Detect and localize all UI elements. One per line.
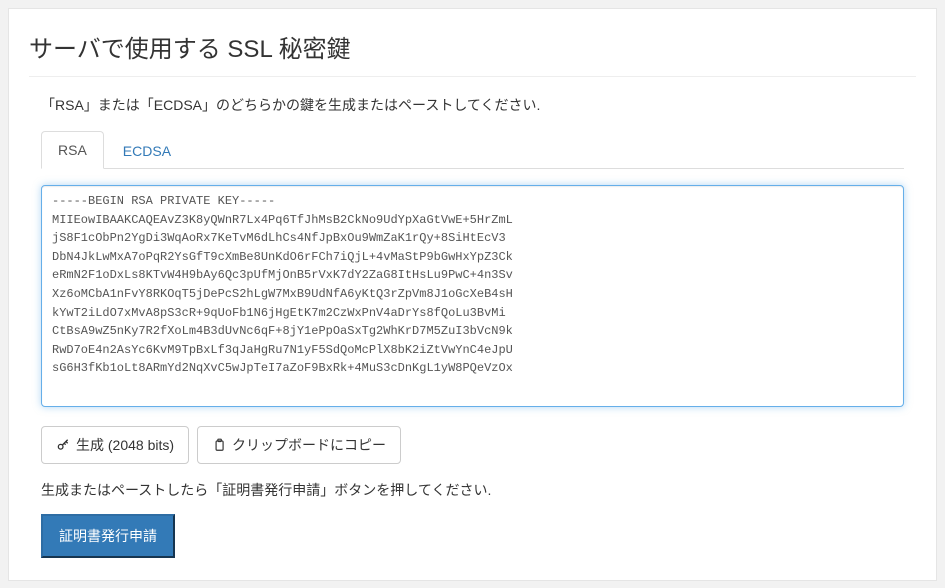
copy-button-label: クリップボードにコピー: [232, 435, 386, 455]
action-button-row: 生成 (2048 bits) クリップボードにコピー: [41, 426, 904, 464]
generate-button[interactable]: 生成 (2048 bits): [41, 426, 189, 464]
key-type-tabs: RSA ECDSA: [41, 131, 904, 169]
page-title: サーバで使用する SSL 秘密鍵: [29, 29, 916, 64]
tab-ecdsa[interactable]: ECDSA: [106, 132, 188, 169]
key-icon: [56, 438, 70, 452]
copy-button[interactable]: クリップボードにコピー: [197, 426, 401, 464]
tab-rsa[interactable]: RSA: [41, 131, 104, 169]
title-divider: [29, 76, 916, 77]
post-action-note: 生成またはペーストしたら「証明書発行申請」ボタンを押してください.: [41, 480, 904, 500]
ssl-key-panel: サーバで使用する SSL 秘密鍵 「RSA」または「ECDSA」のどちらかの鍵を…: [8, 8, 937, 581]
clipboard-icon: [212, 438, 226, 452]
submit-button[interactable]: 証明書発行申請: [41, 514, 175, 558]
content-well: RSA ECDSA 生成 (2048 bits) クリップボードにコピー: [41, 131, 904, 558]
private-key-textarea[interactable]: [41, 185, 904, 407]
instruction-text: 「RSA」または「ECDSA」のどちらかの鍵を生成またはペーストしてください.: [41, 95, 904, 115]
generate-button-label: 生成 (2048 bits): [76, 435, 174, 455]
